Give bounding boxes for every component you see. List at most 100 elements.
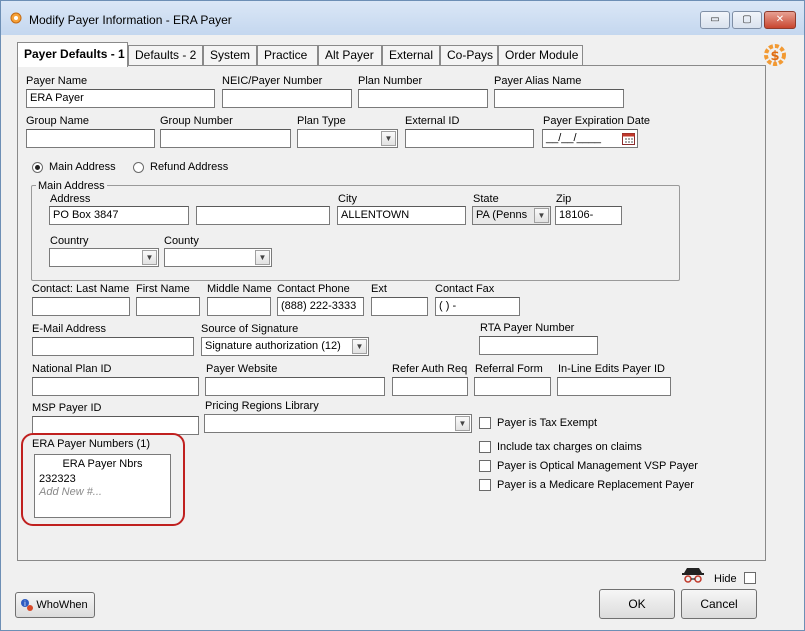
external-id-input[interactable] <box>405 129 534 148</box>
hide-label: Hide <box>714 573 737 585</box>
tab-co-pays[interactable]: Co-Pays <box>440 45 498 66</box>
chevron-down-icon[interactable]: ▼ <box>534 208 549 223</box>
tab-alt-payer[interactable]: Alt Payer <box>318 45 382 66</box>
main-address-group-title: Main Address <box>36 180 107 192</box>
incognito-icon <box>682 568 704 583</box>
address-line1-input[interactable]: PO Box 3847 <box>49 206 189 225</box>
city-label: City <box>338 193 357 205</box>
chevron-down-icon[interactable]: ▼ <box>381 131 396 146</box>
plan-number-label: Plan Number <box>358 75 423 87</box>
group-name-input[interactable] <box>26 129 155 148</box>
payer-defaults-panel: Payer Name ERA Payer NEIC/Payer Number P… <box>17 65 766 561</box>
tab-payer-defaults-1[interactable]: Payer Defaults - 1 <box>17 42 128 67</box>
email-label: E-Mail Address <box>32 323 106 335</box>
ok-button[interactable]: OK <box>599 589 675 619</box>
refund-address-radio-label[interactable]: Refund Address <box>150 161 228 173</box>
payer-alias-input[interactable] <box>494 89 624 108</box>
hide-checkbox[interactable] <box>744 572 756 584</box>
refund-address-radio[interactable] <box>133 162 144 173</box>
plan-number-input[interactable] <box>358 89 488 108</box>
tab-external[interactable]: External <box>382 45 440 66</box>
whowhen-button[interactable]: i WhoWhen <box>15 592 95 618</box>
state-select[interactable]: PA (Penns ▼ <box>472 206 551 225</box>
signature-select[interactable]: Signature authorization (12) ▼ <box>201 337 369 356</box>
group-number-input[interactable] <box>160 129 291 148</box>
contact-fax-input[interactable]: ( ) - <box>435 297 520 316</box>
era-label: ERA Payer Numbers (1) <box>32 438 150 450</box>
payer-name-input[interactable]: ERA Payer <box>26 89 215 108</box>
tab-defaults-2[interactable]: Defaults - 2 <box>128 45 203 66</box>
ext-input[interactable] <box>371 297 428 316</box>
contact-last-name-label: Contact: Last Name <box>32 283 130 295</box>
inline-edits-input[interactable] <box>557 377 671 396</box>
include-tax-label[interactable]: Include tax charges on claims <box>497 441 642 453</box>
payer-name-label: Payer Name <box>26 75 88 87</box>
rta-label: RTA Payer Number <box>480 322 575 334</box>
address-line2-input[interactable] <box>196 206 330 225</box>
contact-phone-input[interactable]: (888) 222-3333 <box>277 297 364 316</box>
cancel-button[interactable]: Cancel <box>681 589 757 619</box>
pricing-label: Pricing Regions Library <box>205 400 319 412</box>
inline-edits-label: In-Line Edits Payer ID <box>558 363 665 375</box>
era-add-new[interactable]: Add New #... <box>39 486 102 498</box>
vsp-payer-checkbox[interactable] <box>479 460 491 472</box>
medicare-replacement-checkbox[interactable] <box>479 479 491 491</box>
website-label: Payer Website <box>206 363 278 375</box>
payer-alias-label: Payer Alias Name <box>494 75 582 87</box>
tax-exempt-checkbox[interactable] <box>479 417 491 429</box>
chevron-down-icon[interactable]: ▼ <box>455 416 470 431</box>
vsp-payer-label[interactable]: Payer is Optical Management VSP Payer <box>497 460 698 472</box>
era-payer-list[interactable]: ERA Payer Nbrs 232323 Add New #... <box>34 454 171 518</box>
refer-auth-input[interactable] <box>392 377 468 396</box>
contact-last-name-input[interactable] <box>32 297 130 316</box>
contact-fax-label: Contact Fax <box>435 283 495 295</box>
maximize-button[interactable]: ▢ <box>732 11 762 29</box>
zip-input[interactable]: 18106- <box>555 206 622 225</box>
first-name-label: First Name <box>136 283 190 295</box>
chevron-down-icon[interactable]: ▼ <box>352 339 367 354</box>
main-address-radio-label[interactable]: Main Address <box>49 161 116 173</box>
medicare-replacement-label[interactable]: Payer is a Medicare Replacement Payer <box>497 479 694 491</box>
state-value: PA (Penns <box>476 209 528 221</box>
county-label: County <box>164 235 199 247</box>
email-input[interactable] <box>32 337 194 356</box>
era-list-item[interactable]: 232323 <box>39 473 76 485</box>
contact-phone-label: Contact Phone <box>277 283 350 295</box>
tab-practice[interactable]: Practice <box>257 45 318 66</box>
title-bar: Modify Payer Information - ERA Payer ▭ ▢… <box>1 1 804 35</box>
county-select[interactable]: ▼ <box>164 248 272 267</box>
neic-input[interactable] <box>222 89 352 108</box>
referral-form-input[interactable] <box>474 377 551 396</box>
info-person-icon: i <box>21 599 33 611</box>
address-label: Address <box>50 193 91 205</box>
calendar-icon[interactable] <box>622 132 635 145</box>
national-plan-input[interactable] <box>32 377 199 396</box>
era-list-header: ERA Payer Nbrs <box>62 458 143 470</box>
first-name-input[interactable] <box>136 297 200 316</box>
modify-payer-window: Modify Payer Information - ERA Payer ▭ ▢… <box>0 0 805 631</box>
tax-exempt-label[interactable]: Payer is Tax Exempt <box>497 417 597 429</box>
close-button[interactable]: ✕ <box>764 11 796 29</box>
main-address-radio[interactable] <box>32 162 43 173</box>
msp-label: MSP Payer ID <box>32 402 102 414</box>
rta-input[interactable] <box>479 336 598 355</box>
middle-name-input[interactable] <box>207 297 271 316</box>
pricing-select[interactable]: ▼ <box>204 414 472 433</box>
country-select[interactable]: ▼ <box>49 248 159 267</box>
city-input[interactable]: ALLENTOWN <box>337 206 466 225</box>
plan-type-select[interactable]: ▼ <box>297 129 398 148</box>
neic-label: NEIC/Payer Number <box>222 75 323 87</box>
minimize-button[interactable]: ▭ <box>700 11 730 29</box>
referral-form-label: Referral Form <box>475 363 543 375</box>
zip-label: Zip <box>556 193 572 205</box>
include-tax-checkbox[interactable] <box>479 441 491 453</box>
tab-order-module[interactable]: Order Module <box>498 45 583 66</box>
chevron-down-icon[interactable]: ▼ <box>255 250 270 265</box>
chevron-down-icon[interactable]: ▼ <box>142 250 157 265</box>
ext-label: Ext <box>371 283 387 295</box>
expiration-date-input[interactable]: __/__/____ <box>542 129 638 148</box>
middle-name-label: Middle Name <box>207 283 272 295</box>
website-input[interactable] <box>205 377 385 396</box>
tab-system[interactable]: System <box>203 45 257 66</box>
whowhen-label: WhoWhen <box>36 599 88 611</box>
